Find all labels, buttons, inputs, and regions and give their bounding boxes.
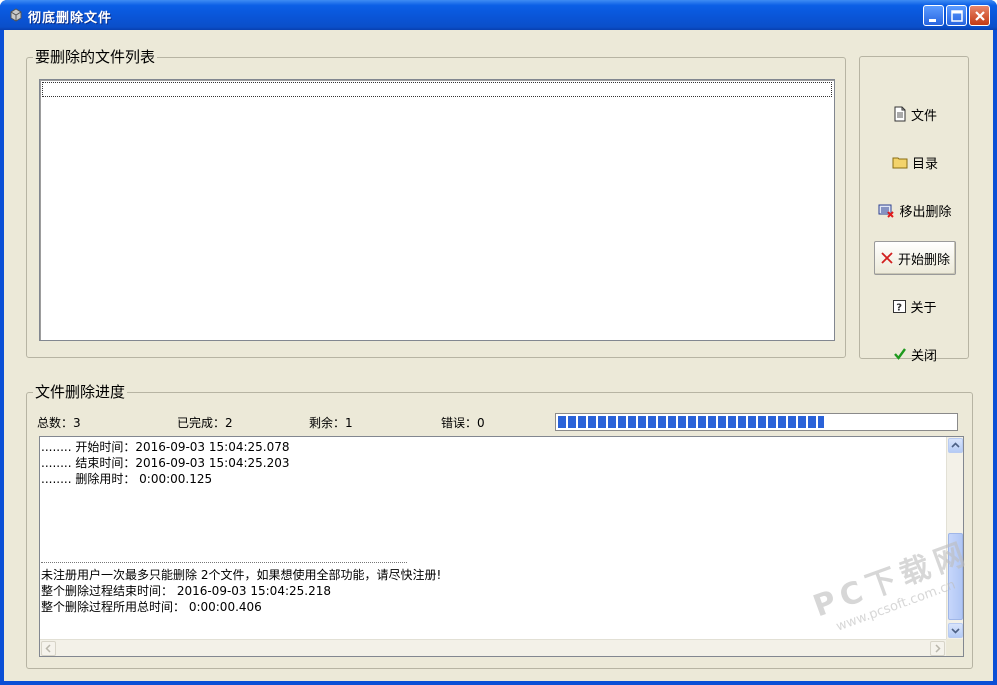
app-window: 彻底删除文件 要删除的文件列表 文件 目录 移出删除 开始删除 ? 关于 关闭 … xyxy=(0,0,997,685)
chevron-right-icon xyxy=(935,644,941,653)
add-file-label: 文件 xyxy=(910,108,937,124)
log-horizontal-scrollbar[interactable] xyxy=(40,639,946,656)
about-label: 关于 xyxy=(910,300,937,316)
document-icon xyxy=(894,106,906,122)
start-delete-button[interactable]: 开始删除 xyxy=(874,241,956,275)
log-separator xyxy=(41,551,407,563)
remaining-label: 剩余： xyxy=(309,416,346,430)
log-output[interactable]: ........ 开始时间：2016-09-03 15:04:25.078 ..… xyxy=(39,436,964,657)
progress-group: 文件删除进度 总数：3 已完成：2 剩余：1 错误：0 ........ 开始时… xyxy=(26,383,973,669)
remove-list-icon xyxy=(878,204,895,218)
maximize-button[interactable] xyxy=(946,5,967,26)
log-vertical-scrollbar[interactable] xyxy=(946,437,963,639)
file-list-group: 要删除的文件列表 xyxy=(26,48,846,358)
log-summary-line: 整个删除过程所用总时间： 0:00:00.406 xyxy=(41,600,262,614)
scroll-down-button[interactable] xyxy=(948,623,963,638)
start-delete-label: 开始删除 xyxy=(897,252,950,268)
close-app-button[interactable]: 关闭 xyxy=(874,337,956,371)
add-folder-button[interactable]: 目录 xyxy=(874,145,956,179)
file-list-focus-row[interactable] xyxy=(42,82,832,97)
delete-progress-bar xyxy=(555,413,958,431)
done-label: 已完成： xyxy=(177,416,226,430)
remove-from-list-button[interactable]: 移出删除 xyxy=(874,193,956,227)
scrollbar-corner xyxy=(946,639,963,656)
svg-text:?: ? xyxy=(897,302,903,313)
client-area: 要删除的文件列表 文件 目录 移出删除 开始删除 ? 关于 关闭 文件删除进度 … xyxy=(4,30,993,681)
help-icon: ? xyxy=(893,299,907,313)
total-label: 总数： xyxy=(37,416,74,430)
action-button-panel: 文件 目录 移出删除 开始删除 ? 关于 关闭 xyxy=(859,56,969,364)
remaining-count: 剩余：1 xyxy=(309,414,353,431)
scroll-up-button[interactable] xyxy=(948,438,963,453)
delete-x-icon xyxy=(881,252,893,264)
close-window-button[interactable] xyxy=(969,5,990,26)
remaining-value: 1 xyxy=(345,416,353,430)
log-line: ........ 结束时间：2016-09-03 15:04:25.203 xyxy=(41,456,290,470)
log-summary-line: 未注册用户一次最多只能删除 2个文件，如果想使用全部功能，请尽快注册! xyxy=(41,568,442,582)
file-list-group-title: 要删除的文件列表 xyxy=(33,48,158,66)
errors-label: 错误： xyxy=(441,416,478,430)
remove-from-list-label: 移出删除 xyxy=(899,204,952,220)
error-count: 错误：0 xyxy=(441,414,485,431)
add-folder-label: 目录 xyxy=(911,156,938,172)
progress-group-title: 文件删除进度 xyxy=(33,383,128,401)
log-summary-line: 整个删除过程结束时间： 2016-09-03 15:04:25.218 xyxy=(41,584,331,598)
chevron-down-icon xyxy=(951,628,960,634)
minimize-button[interactable] xyxy=(923,5,944,26)
total-value: 3 xyxy=(73,416,81,430)
window-title: 彻底删除文件 xyxy=(28,11,113,26)
scroll-thumb[interactable] xyxy=(948,533,963,620)
chevron-up-icon xyxy=(951,442,960,448)
log-line: ........ 开始时间：2016-09-03 15:04:25.078 xyxy=(41,440,290,454)
done-count: 已完成：2 xyxy=(177,414,233,431)
total-count: 总数：3 xyxy=(37,414,81,431)
folder-icon xyxy=(892,157,908,169)
title-bar[interactable]: 彻底删除文件 xyxy=(0,0,997,30)
close-app-label: 关闭 xyxy=(910,348,937,364)
log-text: ........ 开始时间：2016-09-03 15:04:25.078 ..… xyxy=(41,439,946,615)
scroll-right-button[interactable] xyxy=(930,641,945,656)
progress-fill xyxy=(558,416,824,428)
scroll-left-button[interactable] xyxy=(41,641,56,656)
log-line: ........ 删除用时： 0:00:00.125 xyxy=(41,472,213,486)
errors-value: 0 xyxy=(477,416,485,430)
app-icon xyxy=(8,7,24,23)
done-value: 2 xyxy=(225,416,233,430)
file-list[interactable] xyxy=(39,79,835,341)
chevron-left-icon xyxy=(45,644,51,653)
add-file-button[interactable]: 文件 xyxy=(874,97,956,131)
about-button[interactable]: ? 关于 xyxy=(874,289,956,323)
checkmark-icon xyxy=(894,348,906,360)
